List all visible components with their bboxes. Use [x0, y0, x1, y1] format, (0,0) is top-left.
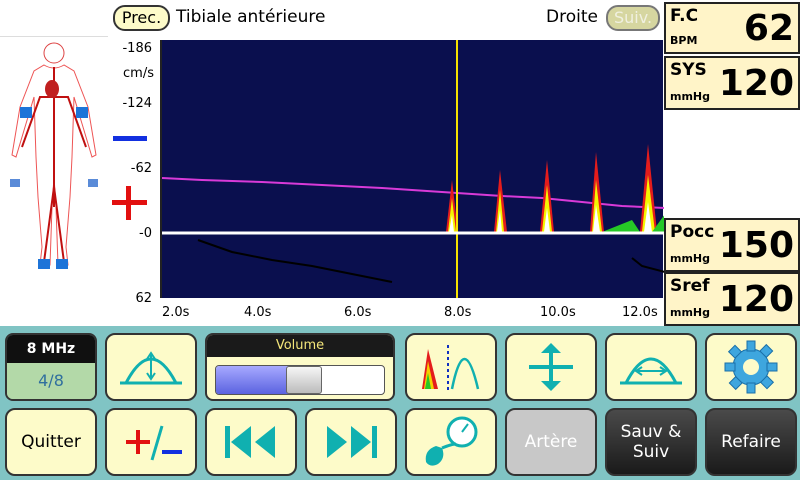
width-button[interactable] [605, 333, 697, 401]
next-button[interactable]: Suiv. [606, 5, 660, 31]
y-tick: 62 [135, 291, 152, 306]
probe-frequency-selector[interactable]: 8 MHz 4/8 [5, 333, 97, 401]
redo-button[interactable]: Refaire [705, 408, 797, 476]
gain-step: 4/8 [7, 363, 95, 399]
x-tick: 10.0s [540, 305, 576, 320]
body-diagram [0, 36, 108, 288]
x-tick: 2.0s [162, 305, 190, 320]
reference-value: 120 [718, 279, 794, 320]
save-next-button[interactable]: Sauv & Suiv [605, 408, 697, 476]
blood-pressure-cuff-icon [425, 416, 478, 466]
quit-button[interactable]: Quitter [5, 408, 97, 476]
plus-minus-icon [126, 425, 182, 461]
rewind-button[interactable] [205, 408, 297, 476]
heart-rate-value: 62 [743, 8, 794, 49]
systolic-value: 120 [718, 63, 794, 104]
gear-icon [724, 340, 778, 394]
envelope-peak-icon [120, 351, 182, 385]
volume-thumb[interactable] [286, 366, 322, 394]
settings-button[interactable] [705, 333, 797, 401]
systolic-panel: SYS mmHg 120 [664, 56, 800, 110]
scale-button[interactable] [505, 333, 597, 401]
prev-button[interactable]: Prec. [113, 5, 170, 31]
x-tick: 6.0s [344, 305, 372, 320]
doppler-view-button[interactable] [405, 333, 497, 401]
side-label: Droite [546, 7, 598, 27]
rewind-icon [225, 426, 275, 458]
minus-icon [113, 136, 147, 141]
top-bar: Prec. Tibiale antérieure Droite Suiv. [0, 0, 664, 36]
probe-frequency: 8 MHz [7, 335, 95, 363]
fast-forward-icon [327, 426, 377, 458]
y-axis-unit: cm/s [123, 66, 154, 81]
anatomy-figure-icon [10, 42, 98, 269]
doppler-spectrum-icon [422, 345, 480, 391]
occlusion-value: 150 [718, 225, 794, 266]
vertical-arrows-icon [529, 343, 573, 391]
systolic-label: SYS [670, 60, 707, 80]
systolic-unit: mmHg [670, 90, 711, 103]
y-tick: -0 [139, 226, 152, 241]
y-tick: -62 [130, 161, 152, 176]
heart-rate-label: F.C [670, 6, 699, 26]
x-tick: 8.0s [444, 305, 472, 320]
x-tick: 4.0s [244, 305, 272, 320]
y-tick: -186 [122, 41, 152, 56]
horizontal-arrow-icon [620, 357, 682, 385]
plus-icon-bar [112, 200, 147, 205]
occlusion-unit: mmHg [670, 252, 711, 265]
volume-control[interactable]: Volume [205, 333, 395, 401]
x-tick: 12.0s [622, 305, 658, 320]
reference-pressure-panel: Sref mmHg 120 [664, 272, 800, 326]
doppler-spectrogram [160, 40, 666, 298]
artery-title: Tibiale antérieure [176, 7, 326, 27]
y-tick: -124 [122, 96, 152, 111]
volume-label: Volume [207, 335, 393, 357]
cuff-button[interactable] [405, 408, 497, 476]
invert-button[interactable] [105, 408, 197, 476]
artery-button[interactable]: Artère [505, 408, 597, 476]
occlusion-pressure-panel: Pocc mmHg 150 [664, 218, 800, 272]
volume-slider[interactable] [215, 365, 385, 395]
reverse-trace [197, 239, 393, 283]
occlusion-label: Pocc [670, 222, 715, 242]
baseline-curve [161, 177, 666, 209]
heart-rate-panel: F.C BPM 62 [664, 2, 800, 54]
heart-rate-unit: BPM [670, 34, 698, 47]
envelope-button[interactable] [105, 333, 197, 401]
panel-gap [664, 110, 800, 218]
reference-unit: mmHg [670, 306, 711, 319]
systolic-peaks [446, 144, 665, 232]
x-axis: 2.0s 4.0s 6.0s 8.0s 10.0s 12.0s [160, 300, 663, 326]
forward-button[interactable] [305, 408, 397, 476]
reference-label: Sref [670, 276, 710, 296]
y-axis: -186 cm/s -124 -62 -0 62 [108, 36, 160, 306]
